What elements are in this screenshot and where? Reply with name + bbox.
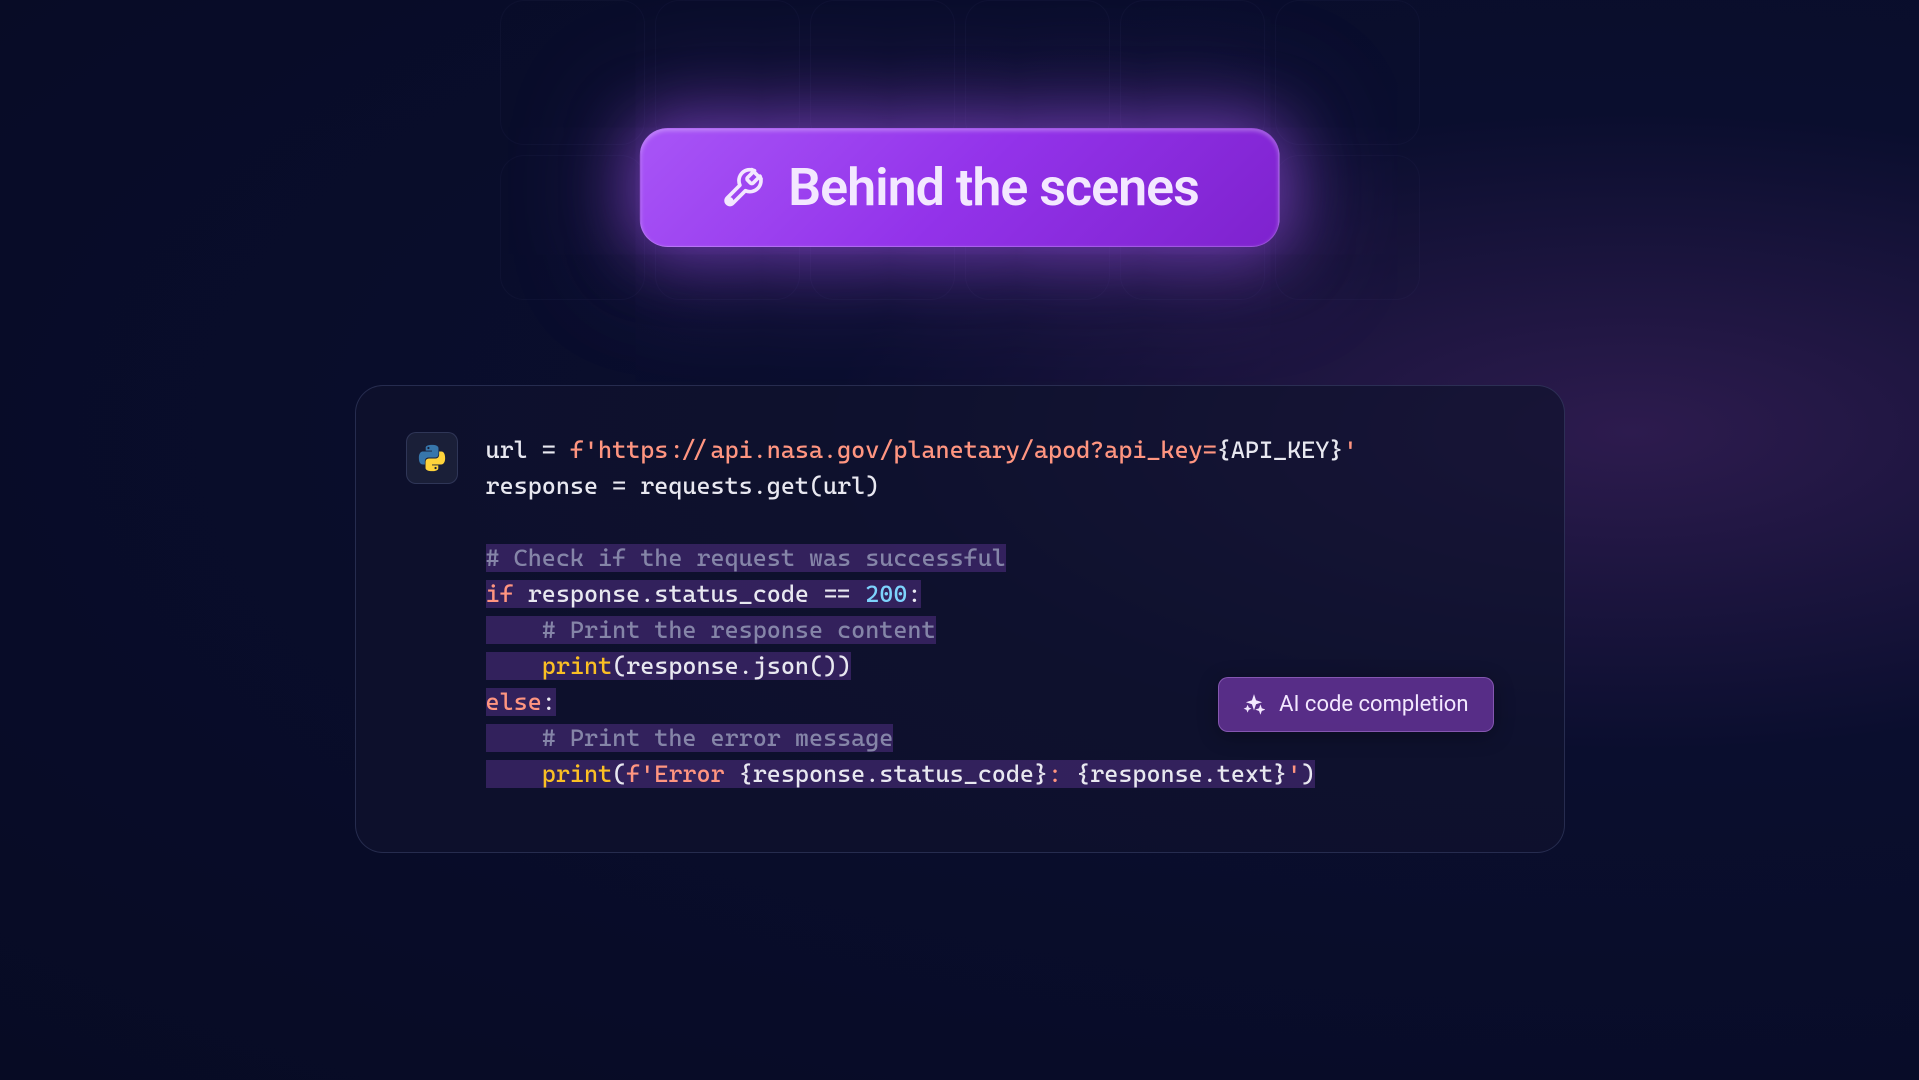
header-banner: Behind the scenes — [639, 128, 1280, 247]
python-language-badge — [406, 432, 458, 484]
tools-icon — [720, 166, 764, 210]
code-line-3 — [486, 504, 1358, 540]
code-line-6: # Print the response content — [486, 612, 1358, 648]
ai-code-completion-tooltip[interactable]: AI code completion — [1218, 677, 1493, 732]
grid-tile — [655, 0, 800, 145]
grid-tile — [1275, 0, 1420, 145]
python-logo-icon — [417, 443, 447, 473]
ai-tooltip-label: AI code completion — [1279, 692, 1468, 717]
code-line-10: print(f'Error {response.status_code}: {r… — [486, 756, 1358, 792]
code-line-2: response = requests.get(url) — [486, 468, 1358, 504]
grid-tile — [965, 0, 1110, 145]
sparkles-icon — [1243, 694, 1265, 716]
grid-tile — [810, 0, 955, 145]
grid-tile — [500, 155, 645, 300]
code-line-1: url = f'https://api.nasa.gov/planetary/a… — [486, 432, 1358, 468]
banner-title: Behind the scenes — [788, 157, 1199, 218]
code-line-5: if response.status_code == 200: — [486, 576, 1358, 612]
code-block: url = f'https://api.nasa.gov/planetary/a… — [486, 432, 1358, 792]
code-panel: url = f'https://api.nasa.gov/planetary/a… — [355, 385, 1565, 853]
grid-tile — [1120, 0, 1265, 145]
grid-tile — [500, 0, 645, 145]
grid-tile — [1275, 155, 1420, 300]
code-line-4: # Check if the request was successful — [486, 540, 1358, 576]
